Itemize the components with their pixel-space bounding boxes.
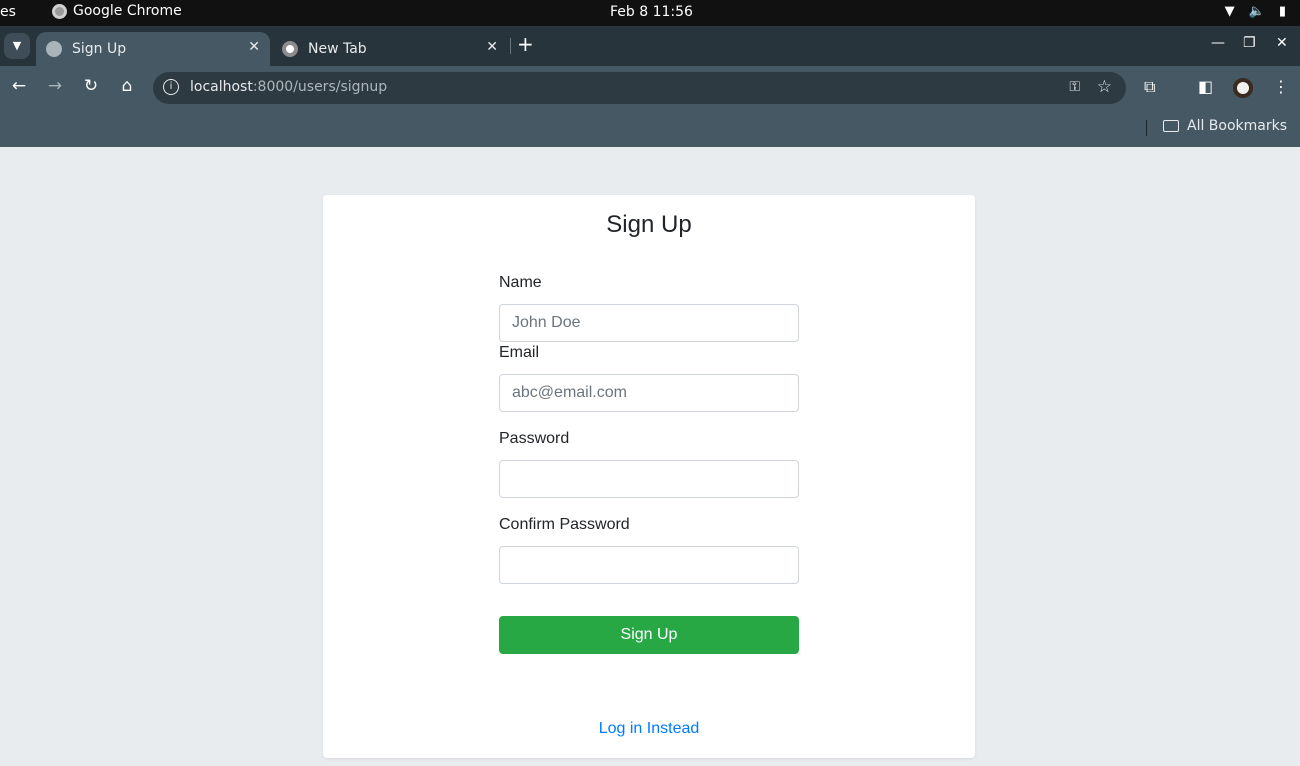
signup-card: Sign Up Name Email Password Confirm Pass… bbox=[323, 195, 975, 758]
browser-toolbar: ← → ↻ ⌂ i localhost:8000/users/signup ⚿ … bbox=[0, 66, 1300, 110]
tab-sign-up[interactable]: Sign Up ✕ bbox=[36, 32, 270, 66]
password-label: Password bbox=[499, 430, 570, 447]
email-input[interactable] bbox=[499, 374, 799, 412]
tab-title: Sign Up bbox=[72, 41, 127, 57]
name-input[interactable] bbox=[499, 304, 799, 342]
tab-new-tab[interactable]: New Tab ✕ bbox=[272, 32, 508, 66]
minimize-icon[interactable]: — bbox=[1211, 35, 1225, 51]
address-bar[interactable]: i localhost:8000/users/signup ⚿ ☆ bbox=[153, 72, 1126, 104]
close-tab-icon[interactable]: ✕ bbox=[486, 39, 498, 55]
close-tab-icon[interactable]: ✕ bbox=[248, 39, 260, 55]
tab-divider bbox=[510, 38, 511, 54]
clock[interactable]: Feb 8 11:56 bbox=[610, 4, 693, 20]
reload-icon[interactable]: ↻ bbox=[79, 76, 103, 96]
chrome-icon bbox=[52, 3, 67, 19]
extensions-icon[interactable]: ⧉ bbox=[1144, 77, 1155, 97]
url-text[interactable]: localhost:8000/users/signup bbox=[190, 79, 387, 95]
new-tab-button[interactable]: + bbox=[517, 32, 534, 56]
tab-search-button[interactable]: ▼ bbox=[4, 33, 30, 59]
confirm-password-label: Confirm Password bbox=[499, 516, 630, 533]
confirm-password-input[interactable] bbox=[499, 546, 799, 584]
wifi-icon: ▼ bbox=[1224, 4, 1235, 19]
app-name: Google Chrome bbox=[73, 3, 182, 19]
home-icon[interactable]: ⌂ bbox=[115, 76, 139, 96]
sign-up-button[interactable]: Sign Up bbox=[499, 616, 799, 654]
back-icon[interactable]: ← bbox=[7, 76, 31, 96]
all-bookmarks-button[interactable]: All Bookmarks bbox=[1163, 118, 1287, 134]
password-input[interactable] bbox=[499, 460, 799, 498]
bookmark-star-icon[interactable]: ☆ bbox=[1097, 77, 1112, 97]
system-tray[interactable]: ▼ 🔈 ▮ bbox=[1225, 4, 1286, 19]
site-info-icon[interactable]: i bbox=[163, 79, 179, 95]
key-icon[interactable]: ⚿ bbox=[1069, 79, 1080, 95]
menu-kebab-icon[interactable]: ⋮ bbox=[1273, 77, 1289, 96]
folder-icon bbox=[1163, 120, 1179, 132]
tab-strip: ▼ Sign Up ✕ New Tab ✕ bbox=[0, 26, 1300, 66]
login-link[interactable]: Log in Instead bbox=[499, 720, 799, 738]
os-top-bar: es Google Chrome Feb 8 11:56 ▼ 🔈 ▮ bbox=[0, 0, 1300, 26]
email-label: Email bbox=[499, 344, 540, 361]
bookmarks-bar: All Bookmarks bbox=[0, 110, 1300, 147]
url-host: localhost bbox=[190, 79, 253, 95]
chrome-icon bbox=[282, 41, 298, 57]
profile-avatar[interactable] bbox=[1233, 78, 1253, 98]
app-menu[interactable]: Google Chrome bbox=[52, 3, 182, 19]
battery-icon: ▮ bbox=[1278, 4, 1286, 19]
globe-icon bbox=[46, 41, 62, 57]
name-label: Name bbox=[499, 274, 542, 291]
all-bookmarks-label: All Bookmarks bbox=[1187, 118, 1288, 134]
restore-icon[interactable]: ❐ bbox=[1243, 35, 1256, 51]
activities-label[interactable]: es bbox=[0, 4, 16, 20]
bookmarks-divider bbox=[1146, 120, 1147, 136]
tab-title: New Tab bbox=[308, 41, 367, 57]
side-panel-icon[interactable]: ◧ bbox=[1198, 77, 1213, 96]
close-window-icon[interactable]: ✕ bbox=[1276, 35, 1288, 51]
page-title: Sign Up bbox=[606, 211, 692, 238]
forward-icon[interactable]: → bbox=[43, 76, 67, 96]
url-path: :8000/users/signup bbox=[252, 79, 388, 95]
volume-icon: 🔈 bbox=[1248, 4, 1265, 19]
